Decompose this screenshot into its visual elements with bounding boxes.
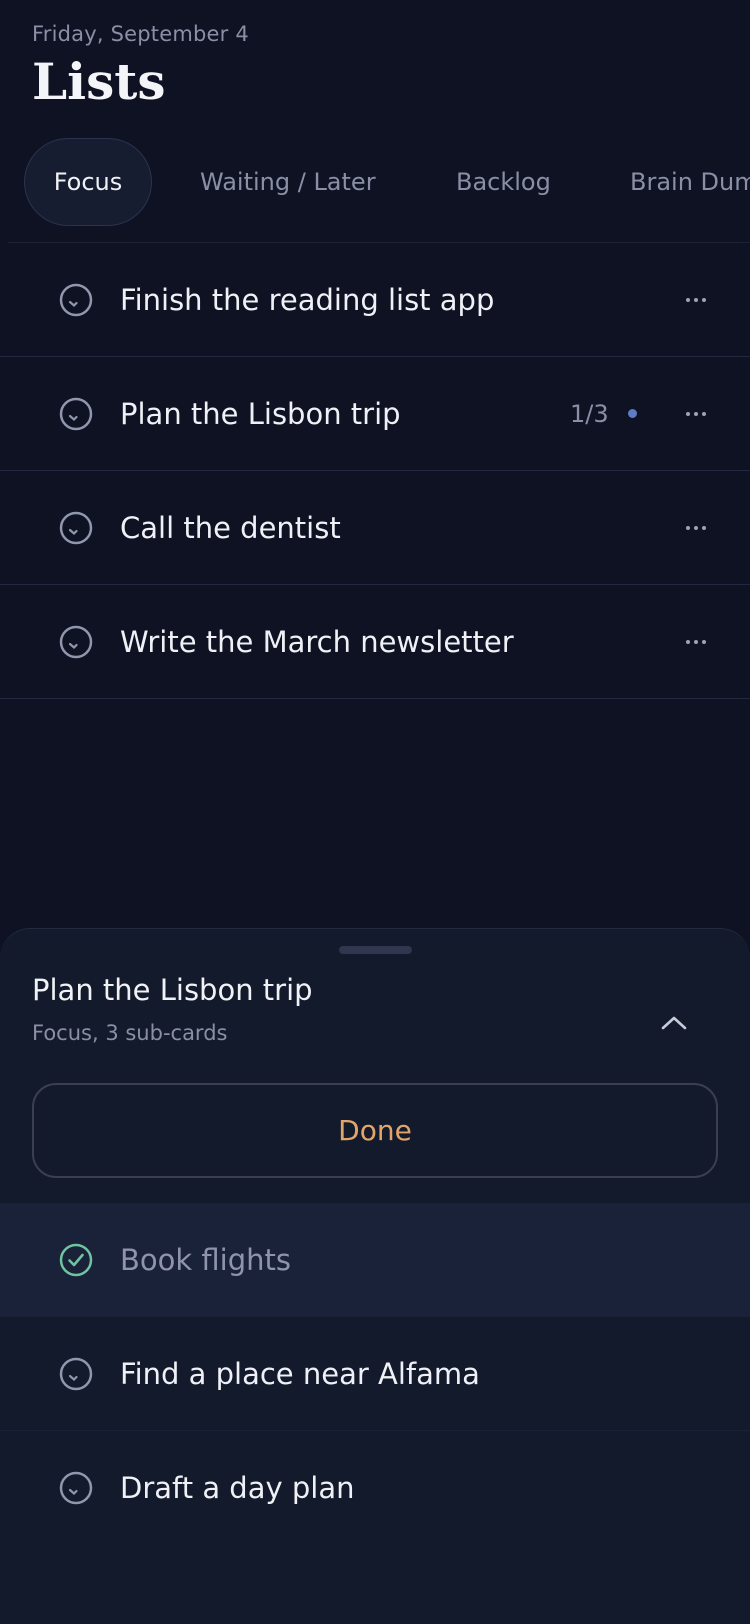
list-tabs: Focus Waiting / Later Backlog Brain Dump <box>24 138 750 226</box>
subtask-label: Draft a day plan <box>120 1471 355 1505</box>
subtask-label: Book flights <box>120 1242 291 1277</box>
sheet-title: Plan the Lisbon trip <box>32 973 313 1007</box>
date-label: Friday, September 4 <box>32 22 249 46</box>
task-row[interactable]: Write the March newsletter <box>0 585 750 699</box>
circle-check-outline-icon[interactable] <box>59 1471 93 1505</box>
tab-backlog[interactable]: Backlog <box>456 138 551 226</box>
sheet-grabber[interactable] <box>339 946 412 954</box>
tab-waiting-later[interactable]: Waiting / Later <box>200 138 376 226</box>
lists-screen: Friday, September 4 Lists Focus Waiting … <box>0 0 750 1624</box>
task-label: Write the March newsletter <box>120 624 514 659</box>
task-row[interactable]: Call the dentist <box>0 471 750 585</box>
more-horizontal-icon[interactable] <box>676 632 716 652</box>
more-horizontal-icon[interactable] <box>676 290 716 310</box>
task-row[interactable]: Plan the Lisbon trip 1/3 <box>0 357 750 471</box>
task-label: Call the dentist <box>120 510 341 545</box>
sheet-subtitle: Focus, 3 sub-cards <box>32 1021 228 1045</box>
task-row[interactable]: Finish the reading list app <box>0 243 750 357</box>
circle-check-outline-icon[interactable] <box>59 1357 93 1391</box>
subtask-list: Book flights Find a place near Alfama Dr… <box>0 1203 750 1545</box>
task-detail-sheet: Plan the Lisbon trip Focus, 3 sub-cards … <box>0 928 750 1624</box>
circle-check-filled-icon[interactable] <box>59 1243 93 1277</box>
subtask-label: Find a place near Alfama <box>120 1356 480 1391</box>
progress-dot-icon <box>628 409 637 418</box>
task-label: Finish the reading list app <box>120 282 495 317</box>
circle-check-outline-icon[interactable] <box>59 283 93 317</box>
chevron-up-icon[interactable] <box>658 1011 690 1035</box>
task-list: Finish the reading list app Plan the Lis… <box>0 243 750 699</box>
circle-check-outline-icon[interactable] <box>59 511 93 545</box>
more-horizontal-icon[interactable] <box>676 518 716 538</box>
circle-check-outline-icon[interactable] <box>59 625 93 659</box>
circle-check-outline-icon[interactable] <box>59 397 93 431</box>
tab-focus[interactable]: Focus <box>24 138 152 226</box>
task-label: Plan the Lisbon trip <box>120 396 401 431</box>
subcard-progress: 1/3 <box>570 399 609 428</box>
page-title: Lists <box>32 52 166 111</box>
subtask-row[interactable]: Book flights <box>0 1203 750 1317</box>
subtask-row[interactable]: Find a place near Alfama <box>0 1317 750 1431</box>
done-button[interactable]: Done <box>32 1083 718 1178</box>
more-horizontal-icon[interactable] <box>676 404 716 424</box>
tab-brain-dump[interactable]: Brain Dump <box>630 138 750 226</box>
subtask-row[interactable]: Draft a day plan <box>0 1431 750 1545</box>
